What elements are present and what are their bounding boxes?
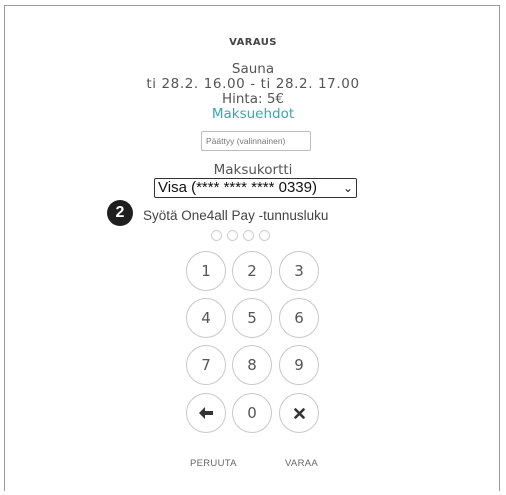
- price-text: Hinta: 5€: [221, 91, 285, 107]
- keypad-key-4[interactable]: 4: [186, 298, 226, 338]
- keypad-key-1[interactable]: 1: [186, 251, 226, 291]
- backspace-key[interactable]: [186, 393, 226, 433]
- keypad-key-6[interactable]: 6: [279, 298, 319, 338]
- keypad-key-7[interactable]: 7: [186, 345, 226, 385]
- reserve-button[interactable]: VARAA: [285, 458, 318, 469]
- service-name: Sauna: [231, 61, 275, 77]
- keypad-key-3[interactable]: 3: [279, 251, 319, 291]
- pin-prompt: Syötä One4all Pay -tunnusluku: [143, 208, 329, 223]
- x-icon: [293, 407, 305, 419]
- chevron-down-icon: ⌄: [342, 181, 353, 195]
- keypad-key-2[interactable]: 2: [232, 251, 272, 291]
- pin-dot: [243, 230, 254, 241]
- keypad-key-9[interactable]: 9: [279, 345, 319, 385]
- step-number-badge: 2: [107, 200, 133, 226]
- pin-dot: [211, 230, 222, 241]
- clear-key[interactable]: [279, 393, 319, 433]
- keypad-key-5[interactable]: 5: [232, 298, 272, 338]
- payment-card-select[interactable]: Visa (**** **** **** 0339) ⌄: [154, 178, 357, 198]
- payment-card-selected-value: Visa (**** **** **** 0339): [158, 179, 317, 196]
- payment-card-label: Maksukortti: [213, 162, 293, 178]
- keypad-key-8[interactable]: 8: [232, 345, 272, 385]
- pin-dot: [227, 230, 238, 241]
- cancel-button[interactable]: PERUUTA: [190, 458, 237, 469]
- keypad-key-0[interactable]: 0: [232, 393, 272, 433]
- payment-terms-link[interactable]: Maksuehdot: [0, 107, 506, 122]
- end-time-input[interactable]: [201, 131, 311, 151]
- page-title: VARAUS: [229, 37, 277, 48]
- reservation-time-range: ti 28.2. 16.00 - ti 28.2. 17.00: [146, 76, 360, 92]
- pin-dot: [259, 230, 270, 241]
- arrow-left-icon: [199, 407, 213, 419]
